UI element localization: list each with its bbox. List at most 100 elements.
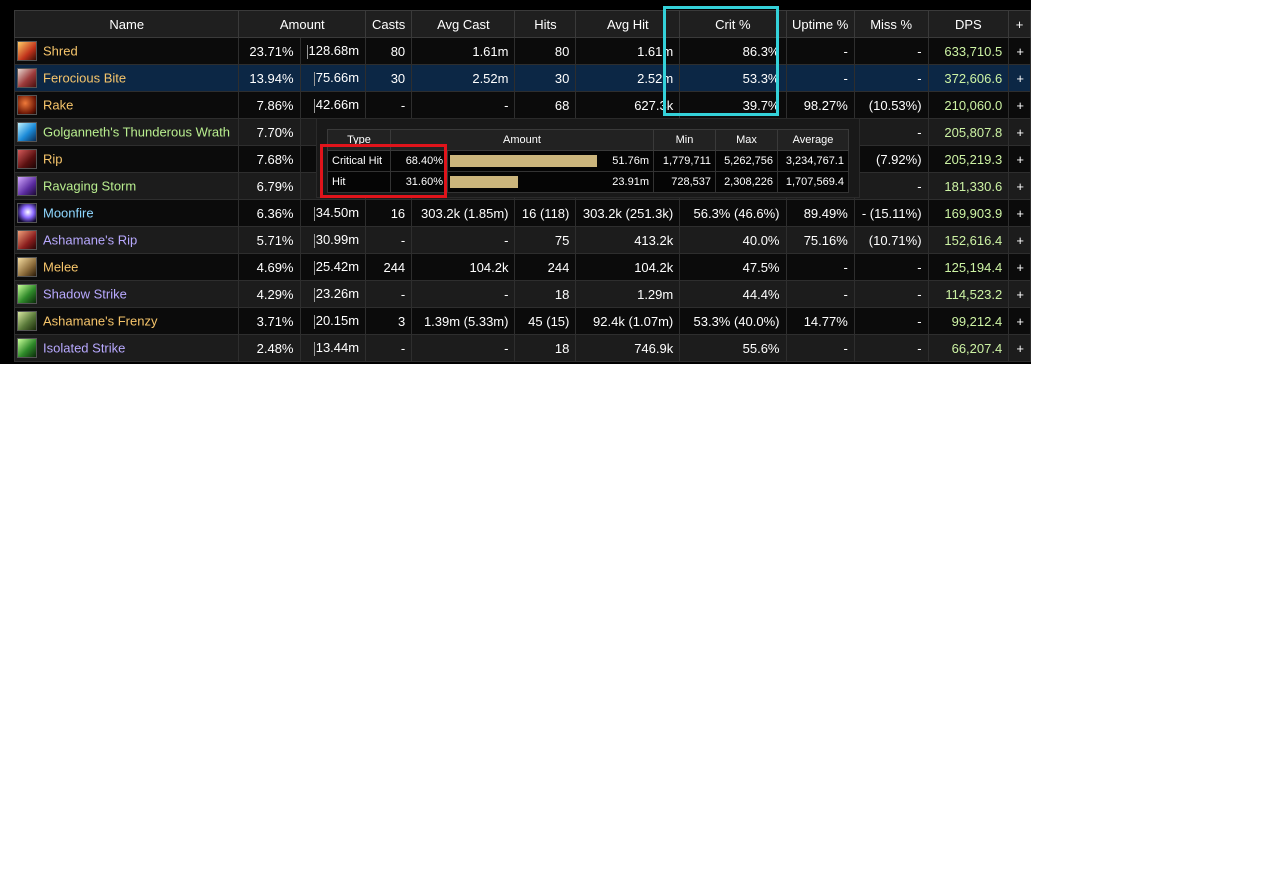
avg-hit-cell: 303.2k (251.3k) — [575, 199, 681, 227]
row-name-cell[interactable]: Ferocious Bite — [13, 64, 240, 92]
amount-percent: 23.71% — [238, 37, 301, 65]
expand-button[interactable]: + — [1008, 307, 1031, 335]
crit-cell: 47.5% — [679, 253, 787, 281]
dps-cell: 152,616.4 — [927, 226, 1010, 254]
row-name-cell[interactable]: Ashamane's Rip — [13, 226, 240, 254]
expand-button[interactable]: + — [1008, 91, 1031, 119]
tooltip-col-type: Type — [327, 129, 391, 151]
table-row[interactable]: Isolated Strike 2.48% 13.44m - -18 746.9k 55.6… — [13, 334, 1031, 362]
col-name[interactable]: Name — [13, 10, 240, 38]
amount-percent: 4.69% — [238, 253, 301, 281]
avg-cast-cell: 2.52m — [411, 64, 516, 92]
melee-icon — [17, 257, 37, 277]
dps-cell: 66,207.4 — [927, 334, 1010, 362]
tooltip-row: Hit 31.60% 23.91m 728,537 2,308,226 1,707,569… — [327, 171, 849, 193]
amount-percent: 4.29% — [238, 280, 301, 308]
col-crit[interactable]: Crit % — [679, 10, 787, 38]
col-miss[interactable]: Miss % — [853, 10, 929, 38]
spell-name[interactable]: Ashamane's Rip — [43, 233, 137, 248]
hit-type: Critical Hit — [327, 150, 391, 172]
dps-cell: 205,807.8 — [927, 118, 1010, 146]
amount-bar — [313, 206, 315, 221]
hit-type-bar — [450, 155, 597, 167]
row-name-cell[interactable]: Golganneth's Thunderous Wrath — [13, 118, 240, 146]
dps-cell: 99,212.4 — [927, 307, 1010, 335]
uptime-cell: - — [785, 253, 855, 281]
row-name-cell[interactable]: Rake — [13, 91, 240, 119]
dps-cell: 372,606.6 — [927, 64, 1010, 92]
table-row[interactable]: Melee 4.69% 25.42m 244 104.2k 244 104.2k 47.5% -… — [13, 253, 1031, 281]
expand-button[interactable]: + — [1008, 280, 1031, 308]
amount-text: 30.99m — [315, 232, 360, 248]
col-uptime[interactable]: Uptime % — [785, 10, 855, 38]
miss-cell: - (15.11%) — [853, 199, 929, 227]
crit-cell: 53.3% — [679, 64, 787, 92]
row-name-cell[interactable]: Moonfire — [13, 199, 240, 227]
table-row[interactable]: Rake 7.86% 42.66m - -68 627.3k 39.7% 98.27% (10.… — [13, 91, 1031, 119]
tooltip-table: Type Amount Min Max Average Critical Hit… — [327, 129, 849, 193]
col-avg-cast[interactable]: Avg Cast — [411, 10, 516, 38]
table-row[interactable]: Moonfire 6.36% 34.50m 16 303.2k (1.85m) 16 (1… — [13, 199, 1031, 227]
amount-text: 128.68m — [308, 43, 360, 59]
expand-button[interactable]: + — [1008, 226, 1031, 254]
col-hits[interactable]: Hits — [514, 10, 577, 38]
amount-percent: 6.36% — [238, 199, 301, 227]
spell-name[interactable]: Isolated Strike — [43, 341, 125, 356]
spell-name[interactable]: Shadow Strike — [43, 287, 127, 302]
dps-cell: 210,060.0 — [927, 91, 1010, 119]
tooltip-col-amount: Amount — [390, 129, 654, 151]
hit-type-max: 2,308,226 — [715, 171, 778, 193]
row-name-cell[interactable]: Shred — [13, 37, 240, 65]
hits-cell: 45 (15) — [514, 307, 577, 335]
expand-button[interactable]: + — [1008, 37, 1031, 65]
expand-button[interactable]: + — [1008, 118, 1031, 146]
amount-bar — [313, 98, 315, 113]
spell-name[interactable]: Ferocious Bite — [43, 71, 126, 86]
spell-name[interactable]: Moonfire — [43, 206, 94, 221]
col-avg-hit[interactable]: Avg Hit — [575, 10, 681, 38]
hit-type-max: 5,262,756 — [715, 150, 778, 172]
avg-cast-cell: 1.61m — [411, 37, 516, 65]
amount-text: 23.26m — [315, 286, 360, 302]
table-row[interactable]: Ashamane's Frenzy 3.71% 20.15m 3 1.39m (5.33… — [13, 307, 1031, 335]
row-name-cell[interactable]: Isolated Strike — [13, 334, 240, 362]
tooltip-col-max: Max — [715, 129, 778, 151]
col-amount[interactable]: Amount — [238, 10, 367, 38]
amount-bar — [313, 341, 315, 356]
spell-name[interactable]: Ashamane's Frenzy — [43, 314, 157, 329]
table-row[interactable]: Ferocious Bite 13.94% 75.66m 30 2.52m 30 2.52m… — [13, 64, 1031, 92]
col-expand[interactable]: + — [1008, 10, 1031, 38]
row-name-cell[interactable]: Melee — [13, 253, 240, 281]
expand-button[interactable]: + — [1008, 64, 1031, 92]
casts-cell: 80 — [365, 37, 413, 65]
spell-name[interactable]: Melee — [43, 260, 78, 275]
col-dps[interactable]: DPS — [927, 10, 1010, 38]
row-name-cell[interactable]: Ravaging Storm — [13, 172, 240, 200]
expand-button[interactable]: + — [1008, 253, 1031, 281]
spell-name[interactable]: Golganneth's Thunderous Wrath — [43, 125, 230, 140]
expand-button[interactable]: + — [1008, 172, 1031, 200]
spell-name[interactable]: Rake — [43, 98, 73, 113]
spell-name[interactable]: Shred — [43, 44, 78, 59]
amount-value: 30.99m — [299, 226, 367, 254]
amount-value: 34.50m — [299, 199, 367, 227]
casts-cell: 30 — [365, 64, 413, 92]
miss-cell: - — [853, 64, 929, 92]
row-name-cell[interactable]: Shadow Strike — [13, 280, 240, 308]
row-name-cell[interactable]: Ashamane's Frenzy — [13, 307, 240, 335]
expand-button[interactable]: + — [1008, 334, 1031, 362]
casts-cell: 16 — [365, 199, 413, 227]
expand-button[interactable]: + — [1008, 199, 1031, 227]
expand-button[interactable]: + — [1008, 145, 1031, 173]
amount-percent: 5.71% — [238, 226, 301, 254]
row-name-cell[interactable]: Rip — [13, 145, 240, 173]
spell-name[interactable]: Ravaging Storm — [43, 179, 136, 194]
spell-name[interactable]: Rip — [43, 152, 63, 167]
hits-cell: 18 — [514, 334, 577, 362]
miss-cell: - — [853, 172, 929, 200]
col-casts[interactable]: Casts — [365, 10, 413, 38]
table-row[interactable]: Shadow Strike 4.29% 23.26m - -18 1.29m 44.4% - -… — [13, 280, 1031, 308]
table-row[interactable]: Shred 23.71% 128.68m 80 1.61m 80 1.61m 86.3% - -6… — [13, 37, 1031, 65]
table-row[interactable]: Ashamane's Rip 5.71% 30.99m - -75 413.2k 40.0%… — [13, 226, 1031, 254]
avg-hit-cell: 92.4k (1.07m) — [575, 307, 681, 335]
